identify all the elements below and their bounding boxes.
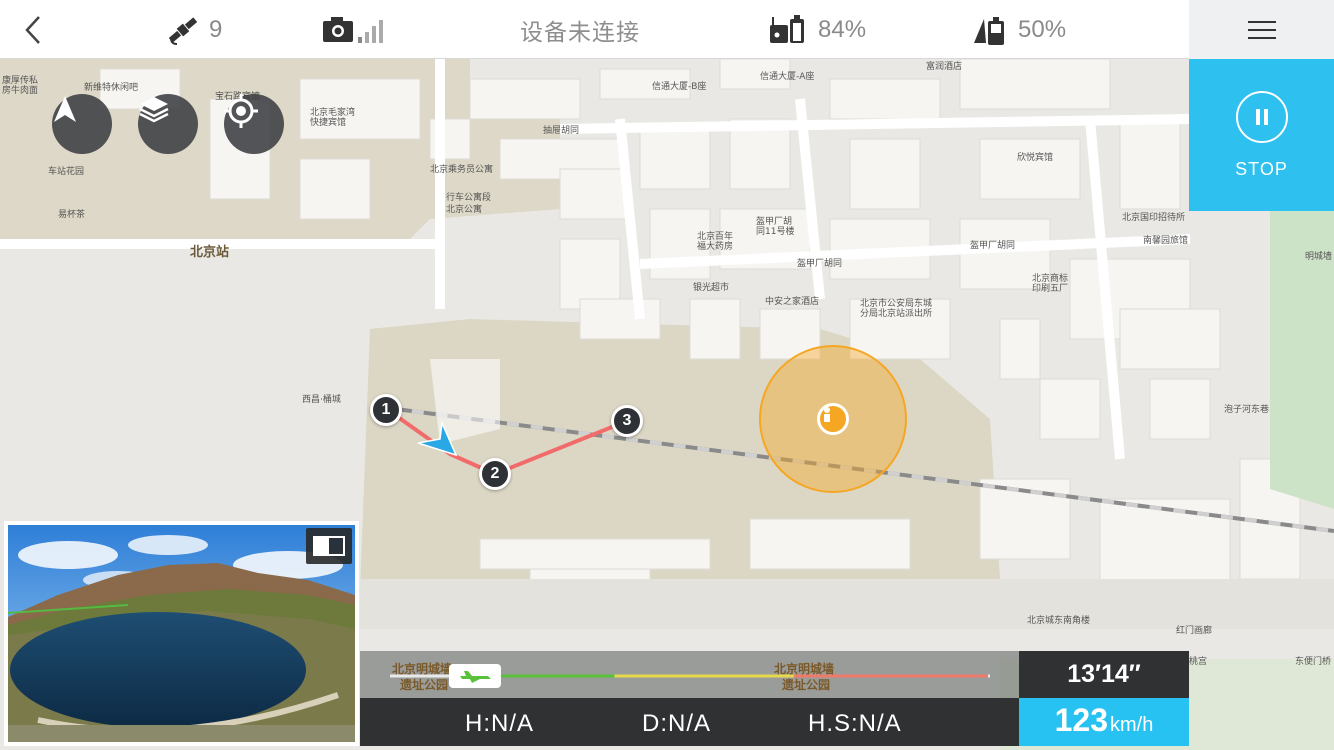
- navigation-arrow-icon: [54, 96, 76, 122]
- map-label: 信通大厦-B座: [652, 82, 707, 92]
- remote-battery-value: 84%: [818, 15, 867, 43]
- back-button[interactable]: [22, 0, 44, 59]
- map-label: 泡子河东巷: [1224, 405, 1270, 415]
- camera-signal-status: [322, 0, 390, 59]
- waypoint-2[interactable]: 2: [479, 458, 511, 490]
- map-label: 福大药房: [697, 242, 734, 252]
- map-label: 盔甲厂胡同: [797, 259, 843, 269]
- aircraft-battery-value: 50%: [1018, 15, 1067, 43]
- hamburger-menu-icon: [1247, 20, 1276, 39]
- home-point-icon[interactable]: [817, 403, 849, 435]
- map-label: 东便门桥: [1295, 657, 1332, 667]
- map-label: 同11号楼: [756, 227, 795, 237]
- satellite-count: 9: [209, 15, 223, 43]
- distance-readout: D:N/A: [642, 710, 712, 737]
- top-status-bar: 9 设备未连接 84% 50%: [0, 0, 1189, 59]
- satellite-icon: [168, 16, 198, 45]
- speed-display: 123 km/h: [1019, 698, 1189, 746]
- stop-label: STOP: [1235, 158, 1288, 179]
- menu-button[interactable]: [1189, 0, 1334, 59]
- layers-icon: [139, 97, 169, 123]
- height-readout: H:N/A: [465, 710, 535, 737]
- map-label: 南馨园旅馆: [1143, 236, 1189, 246]
- connection-status: 设备未连接: [520, 18, 640, 45]
- stop-button[interactable]: STOP: [1189, 59, 1334, 211]
- app-root: 1 2 3 北京站 信通大厦-B座 信通大厦-A座 富润酒店 抽屉胡同 北京乘务…: [0, 0, 1334, 750]
- pause-icon: [1235, 90, 1288, 143]
- gps-status: 9: [165, 0, 222, 59]
- map-label: 西昌·桶城: [302, 395, 341, 405]
- map-label: 北京站: [190, 245, 230, 260]
- map-label: 快捷宾馆: [310, 118, 347, 128]
- locate-me-button[interactable]: [224, 94, 284, 154]
- aircraft-progress-marker: [449, 664, 501, 688]
- remote-controller-battery-icon: [770, 14, 804, 43]
- map-label: 房牛肉面: [2, 86, 39, 96]
- waypoint-3[interactable]: 3: [611, 405, 643, 437]
- map-label: 银光超市: [693, 283, 730, 293]
- switch-view-button[interactable]: [306, 528, 352, 564]
- aircraft-battery-icon: [974, 16, 1004, 45]
- speed-unit: km/h: [1110, 714, 1154, 736]
- navigation-mode-button[interactable]: [52, 94, 112, 154]
- map-label: 中安之家酒店: [765, 297, 820, 307]
- map-label: 车站花园: [48, 167, 85, 177]
- map-label: 信通大厦-A座: [760, 72, 815, 82]
- chevron-left-icon: [25, 15, 40, 44]
- map-label: 北京公寓: [446, 205, 483, 215]
- map-label: 盔甲厂胡同: [970, 241, 1016, 251]
- waypoint-1[interactable]: 1: [370, 394, 402, 426]
- horizontal-speed-readout: H.S:N/A: [808, 710, 902, 737]
- camera-preview[interactable]: [4, 521, 359, 746]
- map-label: 分局北京站派出所: [860, 309, 933, 319]
- map-label: 北京城东南角楼: [1027, 616, 1091, 626]
- map-label: 明城墙: [1305, 252, 1333, 262]
- map-label: 抽屉胡同: [543, 126, 580, 136]
- map-label: 北京乘务员公寓: [430, 165, 494, 175]
- speed-value: 123: [1054, 702, 1109, 738]
- map-label: 新维特休闲吧: [84, 83, 139, 93]
- camera-signal-icon: [323, 16, 383, 43]
- aircraft-battery-status: 50%: [972, 0, 1066, 59]
- flight-progress-panel: 北京明城墙 遗址公园 北京明城墙 遗址公园: [360, 651, 1019, 698]
- map-label: 北京国印招待所: [1122, 213, 1186, 223]
- camera-preview-image: [8, 525, 355, 742]
- aircraft-marker-icon: [417, 421, 458, 457]
- map-label: 富润酒店: [926, 62, 963, 72]
- map-layers-button[interactable]: [138, 94, 198, 154]
- split-view-icon: [313, 536, 345, 556]
- airplane-icon: [460, 671, 491, 683]
- map-label: 易杯茶: [58, 210, 86, 220]
- flight-time: 13′14″: [1019, 651, 1189, 698]
- map-label: 欣悦宾馆: [1017, 153, 1054, 163]
- telemetry-bar: H:N/A D:N/A H.S:N/A: [360, 698, 1019, 746]
- remote-battery-status: 84%: [768, 0, 866, 59]
- crosshair-icon: [224, 94, 258, 128]
- map-label: 印刷五厂: [1032, 284, 1069, 294]
- map-label: 红门画廊: [1176, 626, 1213, 636]
